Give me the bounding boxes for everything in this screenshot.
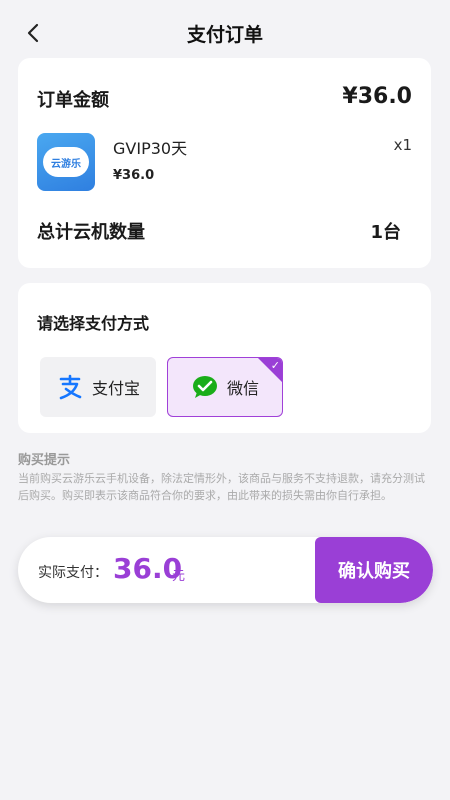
order-amount-label: 订单金额 xyxy=(37,90,109,111)
cloud-icon: 云游乐 xyxy=(43,147,89,177)
order-card: 订单金额 ¥36.0 云游乐 GVIP30天 ¥36.0 x1 总计云机数量 1… xyxy=(18,58,431,268)
payment-method-title: 请选择支付方式 xyxy=(37,314,150,333)
wechat-option[interactable]: 微信 ✓ xyxy=(167,357,283,417)
purchase-notice-text: 当前购买云游乐云手机设备，除法定情形外，该商品与服务不支持退款，请充分测试后购买… xyxy=(18,472,425,502)
check-icon: ✓ xyxy=(270,359,280,372)
alipay-icon xyxy=(59,374,82,400)
total-devices-label: 总计云机数量 xyxy=(37,222,145,243)
product-name: GVIP30天 xyxy=(113,139,188,158)
alipay-option[interactable]: 支付宝 xyxy=(40,357,156,417)
total-devices-value: 1台 xyxy=(370,222,401,243)
currency-unit: 元 xyxy=(172,569,186,584)
order-amount-value: ¥36.0 xyxy=(342,84,412,109)
confirm-purchase-button[interactable]: 确认购买 xyxy=(315,537,433,603)
checkout-bar: 实际支付： 36.0 元 确认购买 xyxy=(18,537,433,603)
product-quantity: x1 xyxy=(393,136,412,154)
page-title: 支付订单 xyxy=(186,24,263,46)
app-logo-icon: 云游乐 xyxy=(37,133,95,191)
product-price: ¥36.0 xyxy=(113,168,155,183)
wechat-label: 微信 xyxy=(226,379,259,398)
alipay-label: 支付宝 xyxy=(91,379,140,398)
header: 支付订单 xyxy=(0,0,450,64)
payment-method-card: 请选择支付方式 支付宝 微信 ✓ xyxy=(18,283,431,433)
wechat-icon xyxy=(192,376,217,398)
purchase-notice-title: 购买提示 xyxy=(18,453,71,468)
actual-payment-label: 实际支付： xyxy=(38,565,108,581)
